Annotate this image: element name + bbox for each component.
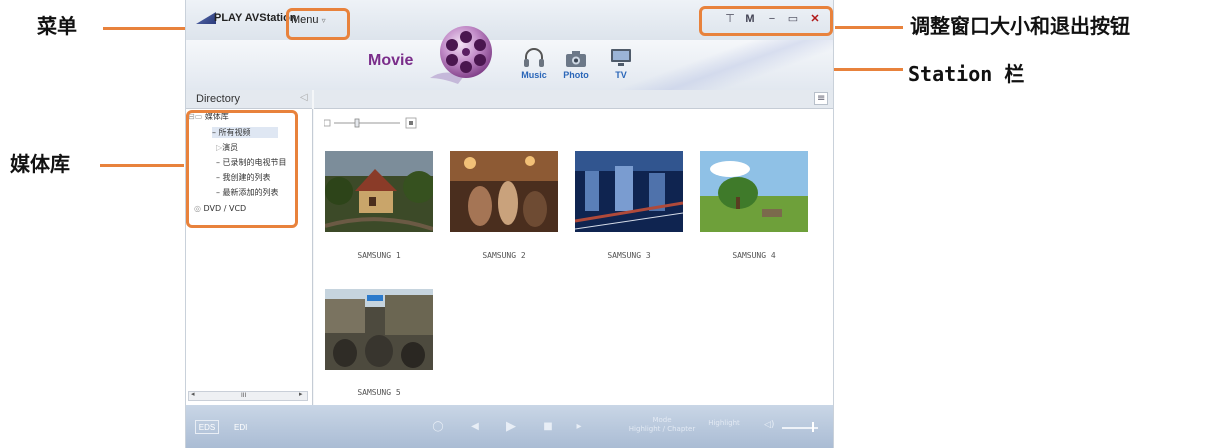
station-decoration <box>606 40 833 90</box>
mode-sublabel[interactable]: Highlight / Chapter <box>622 425 702 433</box>
thumbnail-grid: SAMSUNG 1 SAMSUNG 2 SAMSUNG 3 SAMSUNG 4 … <box>314 109 833 405</box>
menu-highlight <box>286 8 350 40</box>
sidebar-horizontal-scrollbar[interactable]: ◂ III ▸ <box>188 390 308 401</box>
station-item-music-label: Music <box>521 70 547 80</box>
directory-title: Directory <box>196 93 241 105</box>
callout-station-bar: Station 栏 <box>908 62 1025 86</box>
callout-window-controls-line <box>835 26 903 29</box>
stop-icon[interactable]: ■ <box>541 420 555 434</box>
collapse-sidebar-icon[interactable]: ◁ <box>300 92 308 103</box>
station-bar <box>186 40 833 90</box>
station-current-label[interactable]: Movie <box>368 52 413 70</box>
zoom-slider[interactable] <box>324 117 424 129</box>
mode-label[interactable]: Mode <box>632 416 692 424</box>
callout-library-line <box>100 164 184 167</box>
logo-icon <box>196 12 216 24</box>
callout-window-controls: 调整窗口大小和退出按钮 <box>910 14 1130 38</box>
station-item-tv-label: TV <box>615 70 627 80</box>
volume-control[interactable]: ◁) <box>764 420 824 433</box>
camera-icon <box>566 51 586 67</box>
thumbnail-label: SAMSUNG 4 <box>732 251 776 260</box>
directory-header: Directory ◁ <box>186 90 312 109</box>
station-item-photo-label: Photo <box>563 70 589 80</box>
eds-button[interactable]: EDS <box>195 420 219 434</box>
video-thumbnail[interactable] <box>325 289 433 370</box>
thumbnail-label: SAMSUNG 2 <box>482 251 526 260</box>
thumbnail-label: SAMSUNG 1 <box>357 251 401 260</box>
scroll-left-icon[interactable]: ◂ <box>191 390 195 398</box>
volume-thumb[interactable] <box>812 422 814 432</box>
callout-library: 媒体库 <box>10 152 70 176</box>
thumbnail-label: SAMSUNG 3 <box>607 251 651 260</box>
thumbnail-label: SAMSUNG 5 <box>357 388 401 397</box>
speaker-icon[interactable]: ◁) <box>764 420 774 430</box>
video-thumbnail[interactable] <box>700 151 808 232</box>
app-title: PLAY AVStation <box>214 12 297 24</box>
app-window: PLAY AVStation Menu ▿ ⊤ M − ▭ ✕ Movie Mu… <box>185 0 834 448</box>
window-controls-highlight <box>699 6 833 36</box>
tv-icon <box>611 49 631 66</box>
video-thumbnail[interactable] <box>450 151 558 232</box>
video-thumbnail[interactable] <box>325 151 433 232</box>
content-header: ≡ <box>314 90 833 109</box>
playback-bar: EDS EDI ◯ ◀ ▶ ■ ▸ Mode Highlight / Chapt… <box>186 405 833 448</box>
scroll-right-icon[interactable]: ▸ <box>299 390 303 398</box>
view-list-icon[interactable]: ≡ <box>814 92 829 105</box>
edi-button[interactable]: EDI <box>234 423 247 432</box>
headphones-icon <box>524 48 544 67</box>
scroll-thumb[interactable]: III <box>241 392 246 399</box>
record-icon[interactable]: ◯ <box>431 420 445 434</box>
film-reel-icon[interactable] <box>424 18 498 92</box>
previous-icon[interactable]: ◀ <box>468 420 482 434</box>
next-icon[interactable]: ▸ <box>572 420 586 434</box>
video-thumbnail[interactable] <box>575 151 683 232</box>
library-highlight <box>186 110 298 228</box>
highlight-button[interactable]: Highlight <box>702 419 746 427</box>
play-icon[interactable]: ▶ <box>504 420 518 434</box>
callout-menu: 菜单 <box>37 14 77 38</box>
